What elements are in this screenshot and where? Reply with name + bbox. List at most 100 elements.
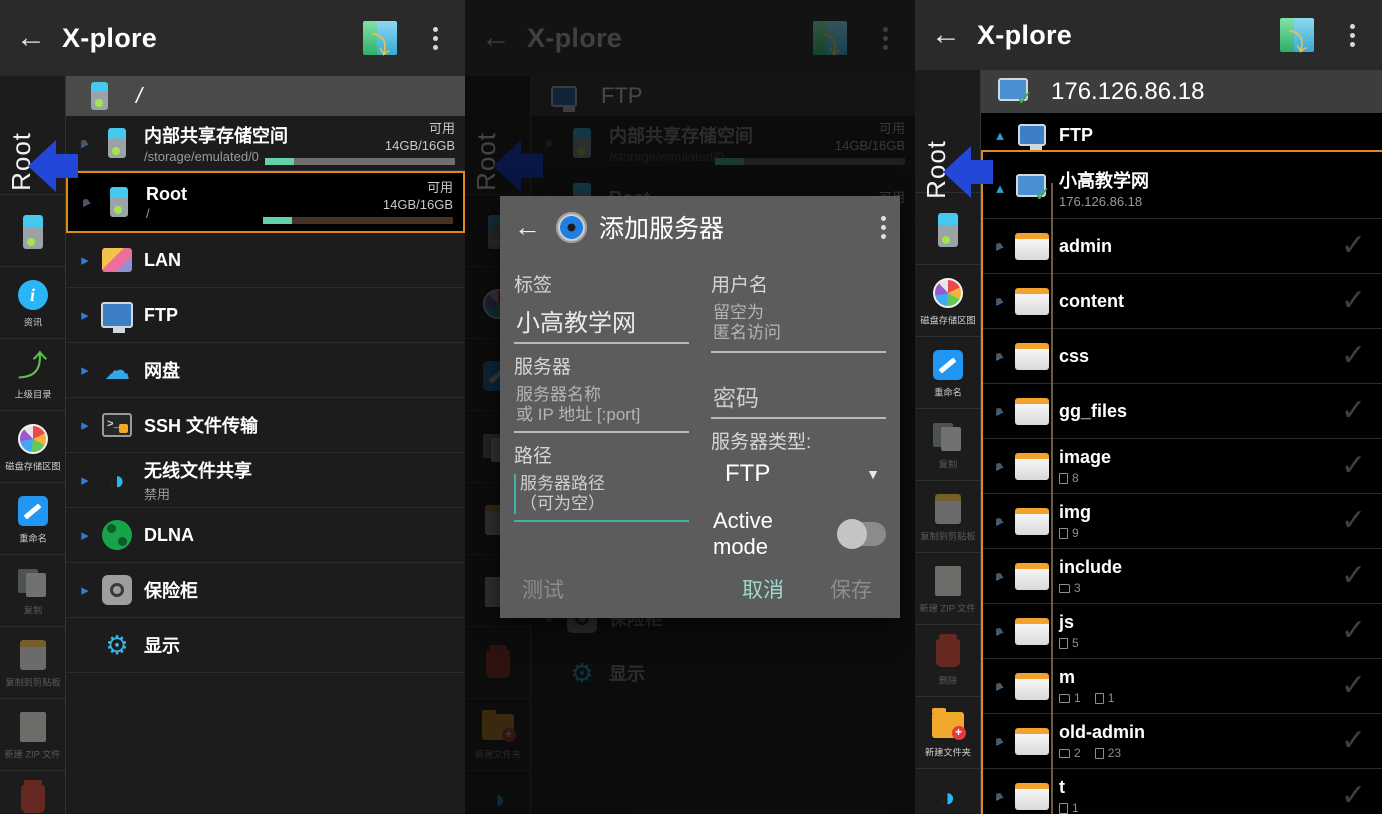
xplore-logo-icon[interactable]: ⤵ xyxy=(1280,18,1314,57)
path-breadcrumb[interactable]: / xyxy=(66,76,465,116)
expand-arrow-icon[interactable]: ▸ xyxy=(987,402,1013,420)
expand-arrow-icon[interactable]: ▸ xyxy=(72,134,98,152)
xplore-logo-icon[interactable]: ⤵ xyxy=(363,21,397,60)
rail-item-parent-dir[interactable]: ⤴ 上级目录 xyxy=(0,338,65,410)
item-name: include xyxy=(1059,557,1123,577)
checkmark-icon[interactable]: ✓ xyxy=(1341,781,1372,811)
expand-arrow-icon[interactable]: ▸ xyxy=(72,471,98,489)
rail-item-disk-usage[interactable]: 磁盘存储区图 xyxy=(915,264,980,336)
username-input[interactable]: 留空为 匿名访问 xyxy=(711,297,886,353)
list-item[interactable]: ▸ ◑ 无线文件共享 禁用 xyxy=(66,453,465,508)
expand-arrow-icon[interactable]: ▸ xyxy=(72,361,98,379)
table-row[interactable]: ▸ t 1 ✓ xyxy=(981,769,1382,814)
rail-item-device[interactable] xyxy=(0,194,65,266)
test-button[interactable]: 测试 xyxy=(522,574,564,604)
list-item[interactable]: ▸ >_ SSH 文件传输 xyxy=(66,398,465,453)
table-row[interactable]: ▸ content ✓ xyxy=(981,274,1382,329)
back-arrow-icon[interactable]: ← xyxy=(514,212,556,243)
kebab-menu-icon[interactable] xyxy=(1332,23,1372,47)
active-mode-row[interactable]: Active mode xyxy=(711,494,886,560)
table-row[interactable]: ▸ include 3 ✓ xyxy=(981,549,1382,604)
expand-arrow-icon[interactable]: ▸ xyxy=(72,251,98,269)
save-button[interactable]: 保存 xyxy=(830,574,872,604)
rail-item-clipboard[interactable]: 复制到剪贴板 xyxy=(915,480,980,552)
expand-arrow-icon[interactable]: ▸ xyxy=(987,237,1013,255)
expand-arrow-icon[interactable]: ▸ xyxy=(72,526,98,544)
rail-item-delete[interactable]: 删除 xyxy=(0,770,65,814)
checkmark-icon[interactable]: ✓ xyxy=(1341,671,1372,701)
kebab-menu-icon[interactable] xyxy=(881,215,886,239)
expand-arrow-icon[interactable]: ▸ xyxy=(987,787,1013,805)
expand-arrow-icon[interactable]: ▸ xyxy=(987,512,1013,530)
checkmark-icon[interactable]: ✓ xyxy=(1341,286,1372,316)
rail-item-rename[interactable]: 重命名 xyxy=(0,482,65,554)
list-item[interactable]: ▸ LAN xyxy=(66,233,465,288)
list-item[interactable]: ▸ DLNA xyxy=(66,508,465,563)
checkmark-icon[interactable]: ✓ xyxy=(1341,396,1372,426)
path-breadcrumb[interactable]: ✓ 176.126.86.18 xyxy=(981,70,1382,113)
folder-icon xyxy=(1013,397,1051,425)
list-item-selected[interactable]: ▸ Root / 可用 14GB/16GB xyxy=(66,171,465,233)
checkmark-icon[interactable]: ✓ xyxy=(1341,726,1372,756)
expand-arrow-icon[interactable]: ▸ xyxy=(72,416,98,434)
rail-item-device[interactable] xyxy=(915,192,980,264)
rail-item-copy[interactable]: 复制 xyxy=(915,408,980,480)
collapse-arrow-icon[interactable]: ▴ xyxy=(987,126,1013,144)
list-item[interactable]: ▸ 内部共享存储空间 /storage/emulated/0 可用 14GB/1… xyxy=(66,116,465,171)
expand-arrow-icon[interactable]: ▸ xyxy=(987,677,1013,695)
rail-item-new-folder[interactable]: + 新建文件夹 xyxy=(915,696,980,768)
checkmark-icon[interactable]: ✓ xyxy=(1341,341,1372,371)
kebab-menu-icon[interactable] xyxy=(415,26,455,50)
rail-item-delete[interactable]: 删除 xyxy=(915,624,980,696)
table-row[interactable]: ▸ m 1 1 ✓ xyxy=(981,659,1382,714)
table-row[interactable]: ▸ js 5 ✓ xyxy=(981,604,1382,659)
rail-item-rename[interactable]: 重命名 xyxy=(915,336,980,408)
rail-item-copy[interactable]: 复制 xyxy=(0,554,65,626)
path-input[interactable]: 服务器路径 （可为空） xyxy=(514,468,689,522)
rail-item-wireless[interactable]: ◑ 无线网络服务 xyxy=(915,768,980,814)
table-row[interactable]: ▸ old-admin 2 23 ✓ xyxy=(981,714,1382,769)
server-type-select[interactable]: FTP ▼ xyxy=(711,454,886,494)
rail-item-info[interactable]: i 资讯 xyxy=(0,266,65,338)
back-arrow-icon[interactable]: ← xyxy=(0,23,62,53)
password-input[interactable]: 密码 xyxy=(711,379,886,419)
expand-arrow-icon[interactable]: ▸ xyxy=(74,193,100,211)
folder-icon xyxy=(1013,727,1051,755)
checkmark-icon[interactable]: ✓ xyxy=(1341,231,1372,261)
active-mode-toggle[interactable] xyxy=(836,519,886,549)
rail-item-clipboard[interactable]: 复制到剪贴板 xyxy=(0,626,65,698)
list-item[interactable]: ▸ 保险柜 xyxy=(66,563,465,618)
list-item[interactable]: ⚙ 显示 xyxy=(66,618,465,673)
label-server-type: 服务器类型: xyxy=(711,432,812,453)
expand-arrow-icon[interactable]: ▸ xyxy=(987,622,1013,640)
expand-arrow-icon[interactable]: ▸ xyxy=(987,347,1013,365)
expand-arrow-icon[interactable]: ▸ xyxy=(987,457,1013,475)
rail-item-create-zip[interactable]: 新建 ZIP 文件 xyxy=(0,698,65,770)
checkmark-icon[interactable]: ✓ xyxy=(1341,506,1372,536)
table-row[interactable]: ▸ img 9 ✓ xyxy=(981,494,1382,549)
list-item[interactable]: ▸ FTP xyxy=(66,288,465,343)
rail-item-disk-usage[interactable]: 磁盘存储区图 xyxy=(0,410,65,482)
checkmark-icon[interactable]: ✓ xyxy=(1341,451,1372,481)
expand-arrow-icon[interactable]: ▸ xyxy=(987,292,1013,310)
table-row[interactable]: ▸ image 8 ✓ xyxy=(981,439,1382,494)
table-row[interactable]: ▸ admin ✓ xyxy=(981,219,1382,274)
expand-arrow-icon[interactable]: ▸ xyxy=(987,567,1013,585)
rail-item-create-zip[interactable]: 新建 ZIP 文件 xyxy=(915,552,980,624)
checkmark-icon[interactable]: ✓ xyxy=(1341,616,1372,646)
cancel-button[interactable]: 取消 xyxy=(742,574,784,604)
dlna-icon xyxy=(98,520,136,550)
tree-parent-row[interactable]: ▴ FTP xyxy=(981,113,1382,157)
server-row[interactable]: ▴ ✓ 小高教学网 176.126.86.18 xyxy=(981,157,1382,219)
expand-arrow-icon[interactable]: ▸ xyxy=(72,306,98,324)
checkmark-icon[interactable]: ✓ xyxy=(1341,561,1372,591)
server-input[interactable]: 服务器名称 或 IP 地址 [:port] xyxy=(514,379,689,433)
table-row[interactable]: ▸ css ✓ xyxy=(981,329,1382,384)
folder-icon xyxy=(1013,562,1051,590)
back-arrow-icon[interactable]: ← xyxy=(915,20,977,50)
table-row[interactable]: ▸ gg_files ✓ xyxy=(981,384,1382,439)
expand-arrow-icon[interactable]: ▸ xyxy=(72,581,98,599)
expand-arrow-icon[interactable]: ▸ xyxy=(987,732,1013,750)
list-item[interactable]: ▸ ☁ 网盘 xyxy=(66,343,465,398)
tag-input[interactable]: 小高教学网 xyxy=(514,297,689,344)
